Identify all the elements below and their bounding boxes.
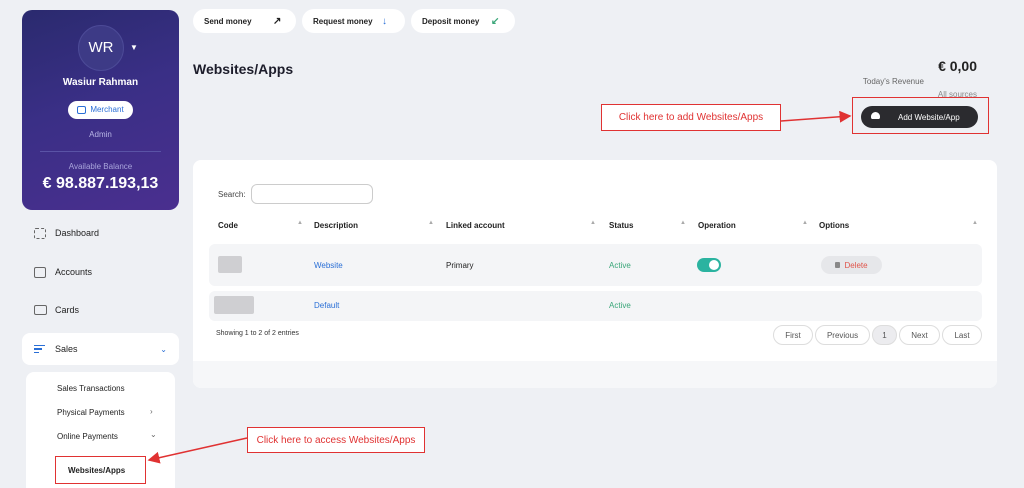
column-header-options[interactable]: Options <box>819 221 849 230</box>
card-icon <box>34 305 47 315</box>
delete-label: Delete <box>844 260 868 270</box>
linked-account: Primary <box>446 261 474 270</box>
sales-icon <box>34 343 45 356</box>
description-link[interactable]: Website <box>314 261 343 270</box>
table-panel-footer <box>193 361 997 388</box>
sort-icon[interactable]: ▲ <box>590 220 596 226</box>
divider <box>40 151 161 152</box>
column-header-description[interactable]: Description <box>314 221 358 230</box>
sidebar-item-sales[interactable]: Sales ⌄ <box>22 333 179 365</box>
arrow-up-right-icon: ↗ <box>273 15 282 27</box>
revenue-label: Today's Revenue <box>862 77 924 86</box>
submenu-item-online-payments[interactable]: Online Payments <box>57 432 118 441</box>
profile-card: WR ▼ Wasiur Rahman Merchant Admin Availa… <box>22 10 179 210</box>
pagination-page[interactable]: 1 <box>872 325 897 345</box>
code-thumbnail <box>218 256 242 273</box>
code-thumbnail <box>214 296 254 314</box>
sort-icon[interactable]: ▲ <box>680 220 686 226</box>
sidebar-item-accounts[interactable]: Accounts <box>22 256 179 288</box>
description-link[interactable]: Default <box>314 301 339 310</box>
add-callout: Click here to add Websites/Apps <box>601 104 781 131</box>
sidebar-item-label: Sales <box>55 344 78 354</box>
pagination-previous[interactable]: Previous <box>815 325 870 345</box>
column-header-operation[interactable]: Operation <box>698 221 736 230</box>
highlight-box <box>55 456 146 484</box>
balance-label: Available Balance <box>68 162 133 171</box>
merchant-badge-label: Merchant <box>90 105 124 114</box>
chevron-right-icon: › <box>150 407 153 416</box>
delete-button[interactable]: Delete <box>821 256 882 274</box>
page-title: Websites/Apps <box>193 61 294 77</box>
user-name: Wasiur Rahman <box>62 77 139 88</box>
request-money-button[interactable]: Request money ↓ <box>302 9 405 33</box>
sidebar-item-label: Dashboard <box>55 228 100 238</box>
column-header-code[interactable]: Code <box>218 221 238 230</box>
trash-icon <box>835 262 841 268</box>
briefcase-icon <box>77 106 87 114</box>
status-badge: Active <box>609 301 631 310</box>
send-money-label: Send money <box>204 16 252 26</box>
column-header-linked-account[interactable]: Linked account <box>446 221 505 230</box>
grid-icon <box>34 227 46 239</box>
search-input[interactable] <box>251 184 373 204</box>
sort-icon[interactable]: ▲ <box>428 220 434 226</box>
avatar[interactable]: WR <box>78 25 124 71</box>
chevron-down-icon: ⌄ <box>150 430 157 439</box>
arrow-down-icon: ↓ <box>382 15 387 27</box>
column-header-status[interactable]: Status <box>609 221 633 230</box>
submenu-item-physical-payments[interactable]: Physical Payments <box>57 408 125 417</box>
pagination-next[interactable]: Next <box>899 325 940 345</box>
sidebar-item-cards[interactable]: Cards <box>22 294 179 326</box>
submenu-item-sales-transactions[interactable]: Sales Transactions <box>57 384 125 393</box>
sort-icon[interactable]: ▲ <box>802 220 808 226</box>
highlight-box <box>852 97 989 134</box>
pagination-last[interactable]: Last <box>942 325 982 345</box>
sort-icon[interactable]: ▲ <box>972 220 978 226</box>
arrow-down-left-icon: ↙ <box>491 15 500 27</box>
search-label: Search: <box>218 190 246 199</box>
access-callout: Click here to access Websites/Apps <box>247 427 425 453</box>
status-badge: Active <box>609 261 631 270</box>
user-role: Admin <box>89 130 112 139</box>
chevron-down-icon[interactable]: ▼ <box>130 43 138 52</box>
balance-value: € 98.887.193,13 <box>42 175 159 192</box>
sort-asc-icon[interactable]: ▲ <box>297 220 303 226</box>
entries-info: Showing 1 to 2 of 2 entries <box>216 330 299 337</box>
pagination-first[interactable]: First <box>773 325 813 345</box>
deposit-money-label: Deposit money <box>422 16 480 26</box>
chevron-down-icon: ⌄ <box>160 344 167 354</box>
sidebar-item-label: Cards <box>55 305 80 315</box>
wallet-icon <box>34 266 46 278</box>
send-money-button[interactable]: Send money ↗ <box>193 9 296 33</box>
request-money-label: Request money <box>313 16 373 26</box>
sidebar-item-label: Accounts <box>55 267 93 277</box>
arrow-to-add-button <box>780 110 852 123</box>
merchant-badge[interactable]: Merchant <box>68 101 133 119</box>
deposit-money-button[interactable]: Deposit money ↙ <box>411 9 515 33</box>
sidebar-item-dashboard[interactable]: Dashboard <box>22 217 179 249</box>
operation-toggle[interactable] <box>697 258 721 272</box>
revenue-amount: € 0,00 <box>938 58 977 74</box>
